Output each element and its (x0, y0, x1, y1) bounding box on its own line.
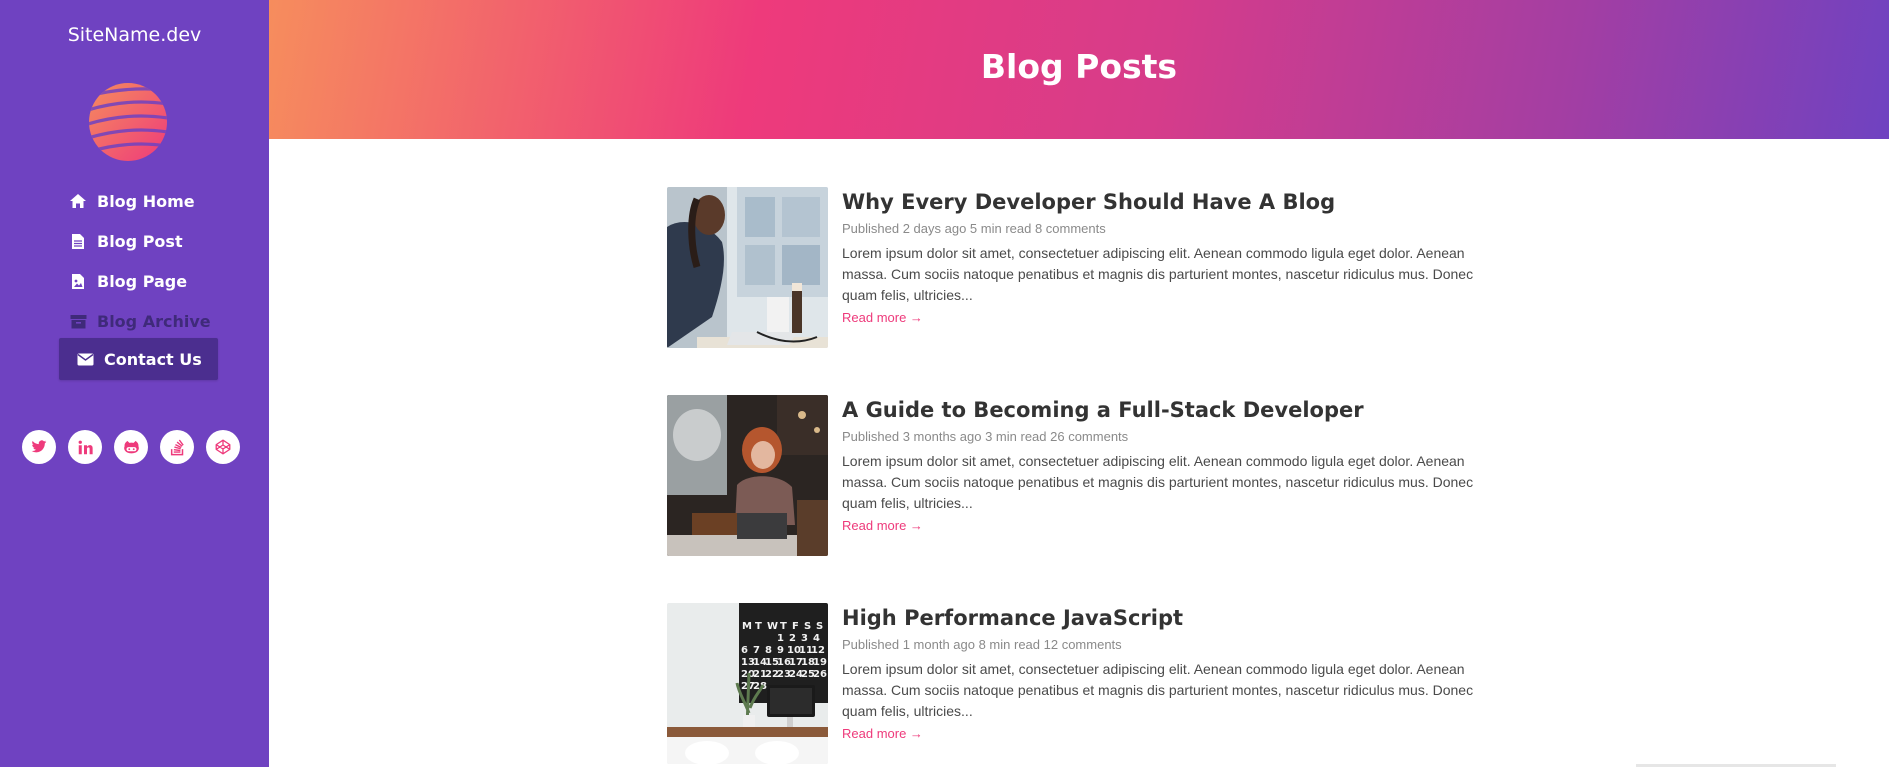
post-meta: Published 1 month ago 8 min read 12 comm… (842, 637, 1122, 652)
nav-item-blog-home[interactable]: Blog Home (68, 180, 195, 222)
svg-text:S: S (816, 621, 823, 632)
post-title[interactable]: Why Every Developer Should Have A Blog (842, 189, 1487, 215)
svg-text:S: S (804, 621, 811, 632)
nav-item-blog-archive[interactable]: Blog Archive (68, 300, 211, 342)
svg-text:W: W (767, 621, 778, 632)
svg-text:7: 7 (753, 645, 760, 656)
nav-label: Blog Home (97, 191, 195, 211)
page-title: Blog Posts (980, 47, 1178, 86)
post-excerpt: Lorem ipsum dolor sit amet, consectetuer… (842, 661, 1474, 719)
file-image-icon (68, 272, 88, 290)
svg-text:4: 4 (813, 633, 820, 644)
stack-overflow-icon (170, 439, 184, 455)
file-icon (68, 232, 88, 250)
post-title[interactable]: A Guide to Becoming a Full-Stack Develop… (842, 397, 1487, 423)
post-thumbnail[interactable] (667, 395, 828, 556)
svg-text:F: F (792, 621, 799, 632)
svg-text:2: 2 (789, 633, 796, 644)
post-item: A Guide to Becoming a Full-Stack Develop… (667, 395, 1487, 557)
nav-label: Contact Us (104, 349, 202, 369)
svg-text:26: 26 (813, 669, 827, 680)
svg-text:19: 19 (813, 657, 827, 668)
post-thumbnail[interactable] (667, 187, 828, 348)
codepen-icon (215, 439, 231, 455)
svg-text:6: 6 (741, 645, 748, 656)
svg-text:T: T (755, 621, 762, 632)
site-name[interactable]: SiteName.dev (0, 24, 269, 46)
svg-text:1: 1 (777, 633, 784, 644)
stack-overflow-link[interactable] (160, 430, 194, 464)
post-excerpt: Lorem ipsum dolor sit amet, consectetuer… (842, 245, 1474, 303)
nav-label: Blog Post (97, 231, 183, 251)
envelope-icon (75, 350, 95, 368)
read-more-link[interactable]: Read more → (842, 726, 923, 741)
nav-item-blog-post[interactable]: Blog Post (68, 220, 183, 262)
codepen-link[interactable] (206, 430, 240, 464)
post-body: High Performance JavaScript Published 1 … (842, 603, 1487, 743)
svg-text:9: 9 (777, 645, 784, 656)
nav-label: Blog Page (97, 271, 188, 291)
nav-label: Blog Archive (97, 311, 211, 331)
home-icon (68, 192, 88, 210)
post-item: MTWTFSS 1234 6 7 8 9 10 11 12 13 14 15 16 17 18 19 2… (667, 603, 1487, 765)
svg-text:12: 12 (811, 645, 825, 656)
post-meta: Published 2 days ago 5 min read 8 commen… (842, 221, 1106, 236)
post-title[interactable]: High Performance JavaScript (842, 605, 1487, 631)
read-more-link[interactable]: Read more → (842, 310, 923, 325)
post-body: A Guide to Becoming a Full-Stack Develop… (842, 395, 1487, 535)
nav-item-blog-page[interactable]: Blog Page (68, 260, 187, 302)
post-body: Why Every Developer Should Have A Blog P… (842, 187, 1487, 327)
twitter-icon (31, 440, 47, 453)
logo-globe-icon (89, 83, 167, 161)
svg-text:T: T (780, 621, 787, 632)
twitter-link[interactable] (22, 430, 56, 464)
svg-text:M: M (742, 621, 752, 632)
archive-icon (68, 312, 88, 330)
linkedin-icon (78, 440, 93, 454)
post-item: Why Every Developer Should Have A Blog P… (667, 187, 1487, 349)
post-meta: Published 3 months ago 3 min read 26 com… (842, 429, 1129, 444)
sidebar: SiteName.dev Blog Home Blog Post Blog Pa… (0, 0, 269, 767)
social-links (22, 430, 240, 464)
read-more-link[interactable]: Read more → (842, 518, 923, 533)
post-excerpt: Lorem ipsum dolor sit amet, consectetuer… (842, 453, 1474, 511)
post-thumbnail[interactable]: MTWTFSS 1234 6 7 8 9 10 11 12 13 14 15 16 17 18 19 2… (667, 603, 828, 764)
linkedin-link[interactable] (68, 430, 102, 464)
page-header: Blog Posts (269, 0, 1889, 139)
nav-item-contact-us[interactable]: Contact Us (59, 338, 218, 380)
svg-text:3: 3 (801, 633, 808, 644)
github-icon (123, 440, 139, 453)
github-link[interactable] (114, 430, 148, 464)
svg-text:8: 8 (765, 645, 772, 656)
